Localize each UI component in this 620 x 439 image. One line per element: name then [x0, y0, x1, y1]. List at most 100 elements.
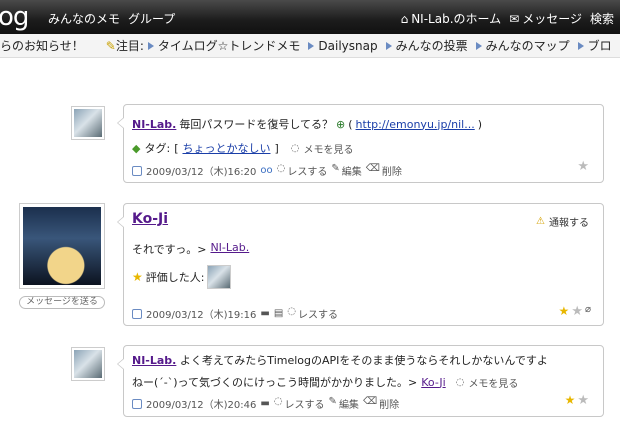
home-link-label: NI-Lab.のホーム: [411, 12, 502, 26]
memo-icon: ◌: [455, 376, 465, 388]
delete-link[interactable]: ⌫ 削除: [363, 396, 399, 411]
post-url-link[interactable]: http://emonyu.jp/nil...: [356, 118, 475, 131]
post-text: それですっ。>: [132, 243, 207, 256]
warning-icon: ⚠: [536, 216, 545, 227]
home-link[interactable]: ⌂ NI-Lab.のホーム: [401, 10, 502, 27]
ticker-link-label: ブロ: [587, 39, 612, 53]
edit-link[interactable]: ✎ 編集: [329, 396, 359, 411]
ticker-link-map[interactable]: みんなのマップ: [475, 37, 570, 54]
rated-by-label: 評価した人:: [145, 271, 205, 284]
tag-link[interactable]: ちょっとかなしい: [182, 140, 270, 156]
post-card: Ko-Ji ⚠ 通報する それですっ。> NI-Lab. ★ 評価した人: 20…: [117, 203, 604, 326]
post-timestamp[interactable]: 2009/03/12（木)19:16: [146, 306, 256, 321]
reply-to-link[interactable]: Ko-Ji: [421, 376, 445, 389]
pencil-icon: ✎: [328, 396, 337, 407]
clock-icon: [132, 165, 142, 176]
glasses-icon: oo: [260, 165, 273, 176]
star-icon: ★: [558, 304, 570, 318]
memo-icon: ◌: [290, 142, 300, 154]
pin-icon: ✎: [105, 38, 116, 53]
trash-icon: ⌫: [365, 163, 380, 174]
post-text: 毎回パスワードを復号してる？: [179, 118, 334, 131]
ticker-attention-label: 注目:: [115, 39, 144, 53]
avatar[interactable]: [71, 347, 105, 381]
clock-icon: [132, 308, 142, 319]
arrow-icon: [147, 41, 154, 50]
post-text-line2: ねー(´-`)って気づくのにけっこう時間がかかりました。>: [132, 376, 418, 389]
edit-label: 編集: [338, 400, 359, 411]
tag-label: タグ:: [144, 142, 171, 155]
avatar[interactable]: [71, 106, 105, 140]
reply-label: レスする: [287, 167, 328, 178]
ticker-notice[interactable]: らのお知らせ！: [0, 37, 84, 54]
home-icon: ⌂: [400, 11, 409, 26]
post-user-link[interactable]: NI-Lab.: [132, 354, 176, 367]
top-nav-left: みんなのメモ グループ: [48, 10, 175, 27]
site-logo[interactable]: og: [0, 2, 29, 32]
reply-link[interactable]: ◌ レスする: [287, 306, 338, 321]
ticker-link-dailysnap[interactable]: Dailysnap: [308, 38, 378, 53]
post-user-link[interactable]: NI-Lab.: [132, 118, 176, 131]
edit-link[interactable]: ✎ 編集: [331, 163, 361, 178]
pc-icon: ▬: [260, 398, 270, 409]
arrow-icon: [308, 41, 315, 50]
pencil-icon: ✎: [331, 163, 340, 174]
send-message-button[interactable]: メッセージを送る: [19, 296, 105, 309]
arrow-icon: [577, 41, 584, 50]
top-bar: og みんなのメモ グループ ⌂ NI-Lab.のホーム ✉ メッセージ 検索: [0, 0, 620, 34]
delete-link[interactable]: ⌫ 削除: [366, 163, 402, 178]
post-timestamp[interactable]: 2009/03/12（木)16:20: [146, 163, 256, 178]
reply-link[interactable]: ◌ レスする: [274, 396, 325, 411]
search-link[interactable]: 検索: [590, 10, 614, 27]
ticker-link-label: みんなのマップ: [485, 39, 570, 53]
clip-icon[interactable]: ⌀: [585, 304, 591, 319]
arrow-icon: [475, 41, 482, 50]
see-memo-label: メモを見る: [468, 378, 519, 390]
edit-label: 編集: [341, 167, 362, 178]
ticker-link-label: タイムログ☆トレンドメモ: [157, 39, 301, 53]
ticker-link-trend[interactable]: タイムログ☆トレンドメモ: [147, 37, 301, 54]
nav-everyone-memo[interactable]: みんなのメモ: [48, 10, 120, 27]
messages-link[interactable]: ✉ メッセージ: [509, 10, 582, 27]
notice-ticker: らのお知らせ！ ✎ 注目: タイムログ☆トレンドメモ Dailysnap みんな…: [0, 34, 620, 58]
trash-icon: ⌫: [362, 396, 378, 407]
star-icon: ★: [564, 393, 576, 407]
reply-label: レスする: [284, 400, 325, 411]
nav-group[interactable]: グループ: [128, 10, 175, 27]
see-memo-link[interactable]: ◌ メモを見る: [456, 375, 519, 390]
pc-icon: ▬: [260, 308, 270, 319]
reply-icon: ◌: [287, 306, 296, 317]
reply-link[interactable]: ◌ レスする: [277, 163, 328, 178]
reply-to-link[interactable]: NI-Lab.: [210, 241, 249, 257]
clock-icon: [132, 398, 142, 409]
ticker-link-label: みんなの投票: [395, 39, 468, 53]
ticker-link-vote[interactable]: みんなの投票: [385, 37, 468, 54]
ticker-link-label: Dailysnap: [318, 38, 378, 53]
reply-label: レスする: [298, 310, 338, 321]
see-memo-label: メモを見る: [303, 144, 354, 156]
report-link[interactable]: ⚠ 通報する: [536, 214, 589, 229]
add-star-icon[interactable]: ★: [577, 393, 589, 408]
reply-icon: ◌: [273, 396, 283, 407]
add-star-icon[interactable]: ★: [571, 304, 583, 319]
post-user-link[interactable]: Ko-Ji: [132, 211, 168, 227]
post-card: NI-Lab. よく考えてみたらTimelogのAPIをそのまま使うならそれしか…: [117, 345, 604, 417]
note-icon: ▤: [273, 308, 284, 319]
arrow-icon: [385, 41, 392, 50]
star-icon: ★: [132, 270, 143, 284]
post-timestamp[interactable]: 2009/03/12（木)20:46: [146, 396, 256, 411]
ticker-link-blog[interactable]: ブロ: [577, 37, 612, 54]
avatar[interactable]: [19, 203, 105, 289]
add-star-icon[interactable]: ★: [577, 159, 589, 174]
tag-icon: ◆: [132, 141, 141, 155]
post-text-line1: よく考えてみたらTimelogのAPIをそのまま使うならそれしかないんですよ: [179, 354, 548, 367]
delete-label: 削除: [379, 400, 400, 411]
link-icon: ⊕: [336, 117, 346, 131]
see-memo-link[interactable]: ◌ メモを見る: [291, 141, 354, 156]
post-card: NI-Lab. 毎回パスワードを復号してる？ ⊕ (http://emonyu.…: [117, 104, 604, 183]
reply-icon: ◌: [276, 163, 286, 174]
messages-link-label: メッセージ: [522, 12, 582, 26]
rater-avatar[interactable]: [207, 265, 232, 289]
mail-icon: ✉: [509, 11, 520, 26]
top-nav-right: ⌂ NI-Lab.のホーム ✉ メッセージ 検索: [401, 10, 614, 27]
